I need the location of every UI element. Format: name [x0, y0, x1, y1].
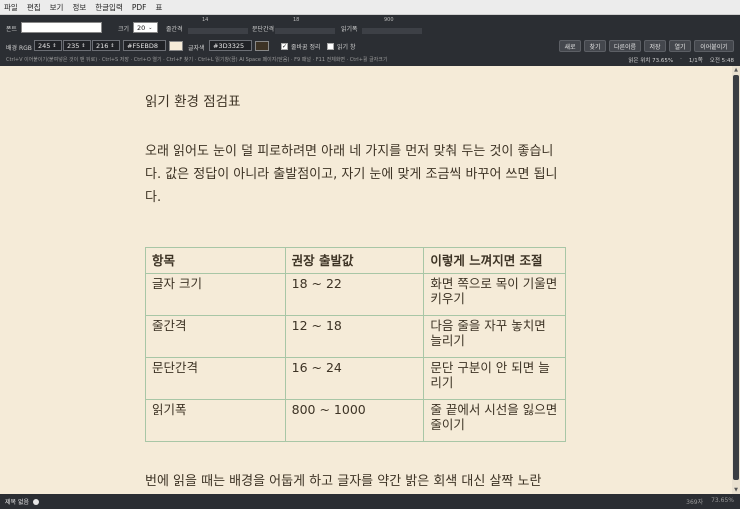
- partially-visible-paragraph: 번에 읽을 때는 배경을 어둡게 하고 글자를 약간 밝은 회색 대신 살짝 노…: [145, 474, 542, 489]
- document-title: 읽기 환경 점검표: [145, 94, 241, 110]
- menu-file[interactable]: 파일: [4, 2, 18, 13]
- font-size-input[interactable]: 20 ⌄: [133, 22, 158, 33]
- document-page[interactable]: 읽기 환경 점검표 오래 읽어도 눈이 덜 피로하려면 아래 네 가지를 먼저 …: [0, 66, 732, 494]
- bg-r-value: 245: [38, 41, 51, 50]
- char-count: 369자: [686, 499, 704, 506]
- save-as-button[interactable]: 다른이름: [609, 40, 641, 52]
- read-percent: 73.65%: [711, 497, 734, 504]
- bg-g-input[interactable]: 235 ⇕: [63, 40, 91, 51]
- table-header: 항목: [145, 247, 286, 274]
- table-cell: 문단간격: [145, 357, 286, 400]
- line-spacing-value: 14: [202, 17, 209, 23]
- table-cell: 화면 쪽으로 목이 기울면 키우기: [423, 273, 566, 316]
- menu-edit[interactable]: 편집: [27, 2, 41, 13]
- table-header: 이렇게 느껴지면 조절: [423, 247, 566, 274]
- font-label: 폰트: [6, 26, 18, 33]
- menu-info[interactable]: 정보: [72, 2, 86, 13]
- toolbar: 폰트 크기 20 ⌄ 줄간격 14 문단간격 18 읽기폭 900 배경 RGB…: [0, 15, 740, 66]
- find-button[interactable]: 찾기: [584, 40, 606, 52]
- modified-dot-icon: [33, 498, 39, 505]
- font-size-value: 20: [137, 23, 146, 32]
- font-select[interactable]: [21, 22, 102, 33]
- table-header-row: 항목 권장 출발값 이렇게 느껴지면 조절: [145, 247, 566, 274]
- read-width-slider[interactable]: 900: [362, 17, 422, 34]
- text-hex-input[interactable]: #3D3325: [209, 40, 252, 51]
- bg-rgb-label: 배경 RGB: [6, 45, 32, 52]
- read-window-checkbox[interactable]: 읽기 창: [327, 42, 355, 51]
- scroll-down-arrow-icon[interactable]: ▼: [732, 486, 740, 494]
- size-label: 크기: [118, 26, 130, 33]
- table-row: 문단간격 16 ~ 24 문단 구분이 안 되면 늘리기: [145, 357, 566, 400]
- menu-table[interactable]: 표: [155, 2, 162, 13]
- para-spacing-value: 18: [293, 17, 300, 23]
- table-header: 권장 출발값: [284, 247, 425, 274]
- read-width-value: 900: [384, 17, 394, 23]
- stepper-icon: ⇕: [110, 42, 115, 49]
- bg-hex-input[interactable]: #F5EBD8: [123, 40, 166, 51]
- line-spacing-label: 줄간격: [166, 26, 183, 33]
- bg-b-value: 216: [96, 41, 109, 50]
- para-spacing-slider[interactable]: 18: [275, 17, 335, 34]
- unchecked-box-icon: [327, 43, 334, 50]
- intro-paragraph: 오래 읽어도 눈이 덜 피로하려면 아래 네 가지를 먼저 맞춰 두는 것이 좋…: [145, 144, 558, 205]
- settings-table: 항목 권장 출발값 이렇게 느껴지면 조절 글자 크기 18 ~ 22 화면 쪽…: [145, 247, 566, 442]
- bg-b-input[interactable]: 216 ⇕: [92, 40, 120, 51]
- stepper-icon: ⇕: [52, 42, 57, 49]
- table-cell: 읽기폭: [145, 399, 286, 442]
- new-button[interactable]: 새로: [559, 40, 581, 52]
- table-cell: 줄 끝에서 시선을 잃으면 줄이기: [423, 399, 566, 442]
- table-row: 줄간격 12 ~ 18 다음 줄을 자꾸 놓치면 늘리기: [145, 315, 566, 358]
- wrap-cleanup-label: 줄바꿈 정리: [291, 44, 321, 51]
- scrollbar-thumb[interactable]: [733, 75, 739, 480]
- document-name-area: 제목 없음: [5, 497, 39, 506]
- wrap-cleanup-checkbox[interactable]: ✓ 줄바꿈 정리: [281, 42, 321, 51]
- table-cell: 16 ~ 24: [284, 357, 425, 400]
- chevron-down-icon: ⌄: [148, 24, 153, 31]
- table-cell: 글자 크기: [145, 273, 286, 316]
- shortcut-hint: Ctrl+V 이어붙이기(붙여넣은 것이 맨 뒤로) · Ctrl+S 저장 ·…: [6, 57, 388, 63]
- menu-pdf[interactable]: PDF: [132, 3, 147, 12]
- table-cell: 12 ~ 18: [284, 315, 425, 358]
- bg-g-value: 235: [67, 41, 80, 50]
- table-cell: 18 ~ 22: [284, 273, 425, 316]
- read-position: 읽은 위치 73.65%: [628, 58, 674, 64]
- table-cell: 다음 줄을 자꾸 놓치면 늘리기: [423, 315, 566, 358]
- bg-color-swatch[interactable]: [169, 41, 183, 51]
- separator-dot: ·: [680, 56, 682, 62]
- text-color-swatch[interactable]: [255, 41, 269, 51]
- toolbar-status: 읽은 위치 73.65% · 1/1쪽 오전 5:48: [621, 56, 734, 64]
- table-cell: 문단 구분이 안 되면 늘리기: [423, 357, 566, 400]
- document-name: 제목 없음: [5, 499, 29, 506]
- menu-view[interactable]: 보기: [50, 2, 64, 13]
- read-width-label: 읽기폭: [341, 26, 358, 33]
- table-cell: 800 ~ 1000: [284, 399, 425, 442]
- menu-korean-input[interactable]: 한글입력: [95, 2, 123, 13]
- scroll-up-arrow-icon[interactable]: ▲: [732, 66, 740, 74]
- para-spacing-label: 문단간격: [252, 26, 275, 33]
- status-right: 369자 73.65%: [678, 497, 734, 506]
- table-row: 글자 크기 18 ~ 22 화면 쪽으로 목이 기울면 키우기: [145, 273, 566, 316]
- table-cell: 줄간격: [145, 315, 286, 358]
- open-button[interactable]: 열기: [669, 40, 691, 52]
- document-content[interactable]: 읽기 환경 점검표 오래 읽어도 눈이 덜 피로하려면 아래 네 가지를 먼저 …: [145, 90, 566, 442]
- menu-bar: 파일 편집 보기 정보 한글입력 PDF 표: [0, 0, 740, 15]
- text-color-label: 글자색: [188, 45, 205, 52]
- read-window-label: 읽기 창: [337, 44, 356, 51]
- status-bar: 제목 없음 369자 73.65%: [0, 494, 740, 509]
- bg-r-input[interactable]: 245 ⇕: [34, 40, 62, 51]
- vertical-scrollbar[interactable]: ▲ ▼: [732, 66, 740, 494]
- stepper-icon: ⇕: [81, 42, 86, 49]
- table-row: 읽기폭 800 ~ 1000 줄 끝에서 시선을 잃으면 줄이기: [145, 399, 566, 442]
- check-icon: ✓: [281, 43, 288, 50]
- line-spacing-slider[interactable]: 14: [188, 17, 248, 34]
- page-indicator: 1/1쪽: [688, 58, 703, 64]
- append-button[interactable]: 이어붙이기: [694, 40, 734, 52]
- clock: 오전 5:48: [709, 58, 734, 64]
- save-button[interactable]: 저장: [644, 40, 666, 52]
